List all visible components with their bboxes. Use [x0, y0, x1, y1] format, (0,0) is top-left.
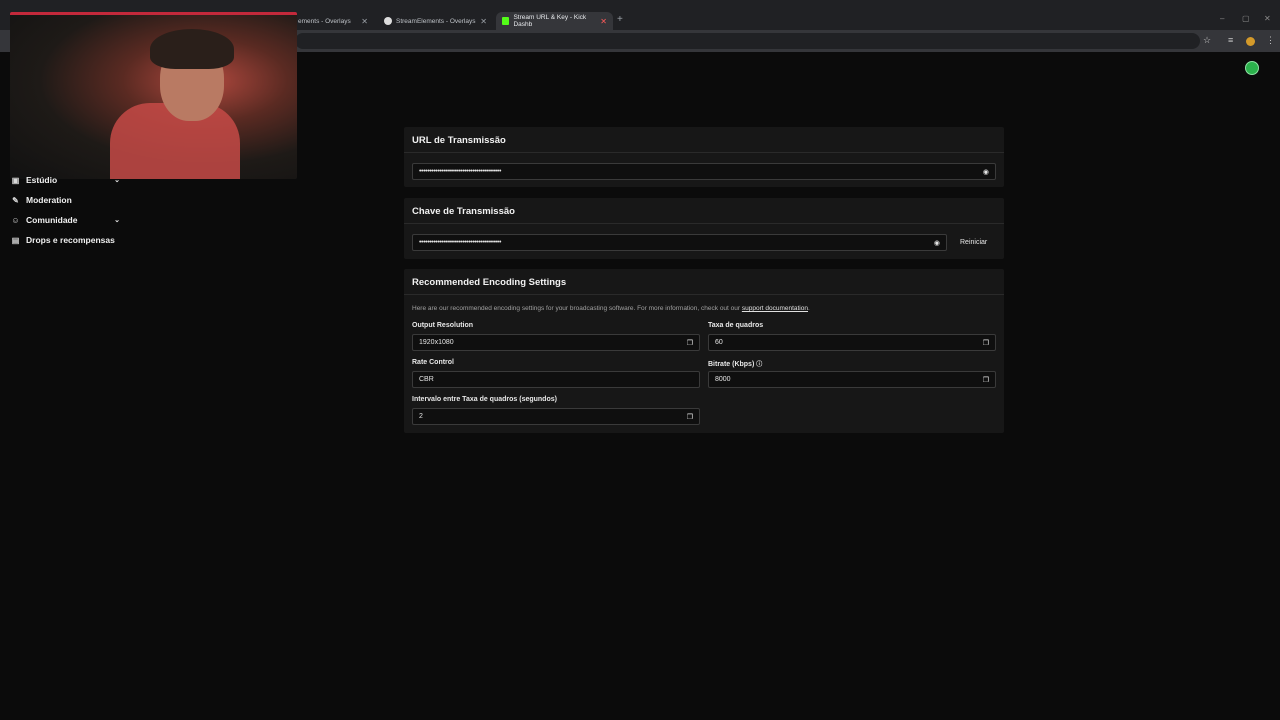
- menu-kebab-icon[interactable]: ⋮: [1266, 35, 1275, 46]
- profile-icon[interactable]: [1246, 37, 1255, 46]
- streamelements-icon: [384, 17, 392, 25]
- output-resolution-field[interactable]: 1920x1080 ❐: [412, 334, 700, 351]
- encoding-description-text: Here are our recommended encoding settin…: [412, 305, 742, 312]
- minimize-button[interactable]: –: [1220, 14, 1224, 23]
- keyframe-interval-value: 2: [419, 413, 423, 420]
- rate-control-value: CBR: [419, 376, 434, 383]
- rate-control-field[interactable]: CBR: [412, 371, 700, 388]
- sidebar-item-moderation[interactable]: ✎ Moderation: [10, 195, 120, 205]
- sidebar-item-label: Estúdio: [26, 175, 58, 185]
- support-documentation-link[interactable]: support documentation: [742, 305, 808, 312]
- stream-url-card: URL de Transmissão •••••••••••••••••••••…: [404, 127, 1004, 187]
- sidebar-item-studio[interactable]: ▣ Estúdio ⌄: [10, 175, 120, 185]
- encoding-title: Recommended Encoding Settings: [404, 269, 1004, 295]
- tab-overlays-1[interactable]: ements - Overlays ✕: [292, 12, 374, 30]
- tab-label: StreamElements - Overlays: [396, 17, 476, 25]
- close-icon[interactable]: ✕: [600, 17, 607, 26]
- output-resolution-value: 1920x1080: [419, 339, 454, 346]
- stream-key-title: Chave de Transmissão: [404, 198, 1004, 224]
- user-avatar[interactable]: [1245, 61, 1259, 75]
- encoding-description: Here are our recommended encoding settin…: [412, 305, 810, 312]
- encoding-settings-card: Recommended Encoding Settings Here are o…: [404, 269, 1004, 433]
- sidebar-item-label: Comunidade: [26, 215, 78, 225]
- copy-icon[interactable]: ❐: [687, 339, 693, 347]
- rate-control-label: Rate Control: [412, 359, 454, 366]
- frame-rate-label: Taxa de quadros: [708, 322, 764, 329]
- sidebar-item-label: Moderation: [26, 195, 72, 205]
- sidebar-item-community[interactable]: ☺ Comunidade ⌄: [10, 215, 120, 225]
- tab-stream-url-key[interactable]: Stream URL & Key - Kick Dashb ✕: [496, 12, 613, 30]
- bitrate-value: 8000: [715, 376, 731, 383]
- users-icon: ☺: [11, 215, 20, 225]
- studio-icon: ▣: [11, 175, 20, 185]
- stream-url-value: ••••••••••••••••••••••••••••••••••••••••: [419, 168, 502, 175]
- stream-key-card: Chave de Transmissão •••••••••••••••••••…: [404, 198, 1004, 259]
- bitrate-field[interactable]: 8000 ❐: [708, 371, 996, 388]
- stream-key-field[interactable]: ••••••••••••••••••••••••••••••••••••••••…: [412, 234, 947, 251]
- tab-label: Stream URL & Key - Kick Dashb: [513, 14, 587, 28]
- wrench-icon: ✎: [12, 195, 19, 205]
- frame-rate-value: 60: [715, 339, 723, 346]
- tab-label: ements - Overlays: [298, 17, 351, 25]
- tab-overlays-2[interactable]: StreamElements - Overlays ✕: [378, 12, 493, 30]
- copy-icon[interactable]: ❐: [983, 339, 989, 347]
- chevron-down-icon: ⌄: [114, 177, 120, 184]
- stream-url-field[interactable]: ••••••••••••••••••••••••••••••••••••••••…: [412, 163, 996, 180]
- reset-key-button[interactable]: Reiniciar: [954, 235, 993, 250]
- new-tab-button[interactable]: +: [617, 14, 623, 25]
- stream-key-value: ••••••••••••••••••••••••••••••••••••••••: [419, 239, 502, 246]
- sidebar-item-drops[interactable]: ▤ Drops e recompensas: [10, 235, 120, 245]
- address-input[interactable]: [295, 33, 1200, 49]
- stream-url-title: URL de Transmissão: [404, 127, 1004, 153]
- bitrate-label-text: Bitrate (Kbps): [708, 361, 755, 368]
- keyframe-interval-label: Intervalo entre Taxa de quadros (segundo…: [412, 396, 557, 403]
- chevron-down-icon: ⌄: [114, 217, 120, 224]
- keyframe-interval-field[interactable]: 2 ❐: [412, 408, 700, 425]
- copy-icon[interactable]: ❐: [687, 413, 693, 421]
- close-window-button[interactable]: ✕: [1264, 14, 1271, 23]
- eye-icon[interactable]: ◉: [934, 239, 940, 247]
- gift-icon: ▤: [11, 235, 20, 245]
- bitrate-label: Bitrate (Kbps) ⓘ: [708, 359, 762, 368]
- person-hair: [150, 29, 234, 69]
- copy-icon[interactable]: ❐: [983, 376, 989, 384]
- eye-icon[interactable]: ◉: [983, 168, 989, 176]
- maximize-button[interactable]: ▢: [1242, 14, 1250, 23]
- encoding-description-end: .: [808, 305, 810, 312]
- sidebar-item-label: Drops e recompensas: [26, 235, 115, 245]
- close-icon[interactable]: ✕: [361, 17, 368, 26]
- reading-list-icon[interactable]: ≡: [1228, 35, 1233, 45]
- output-resolution-label: Output Resolution: [412, 322, 474, 329]
- webcam-overlay: [10, 12, 297, 179]
- frame-rate-field[interactable]: 60 ❐: [708, 334, 996, 351]
- kick-icon: [502, 17, 510, 25]
- bookmark-star-icon[interactable]: ☆: [1203, 35, 1211, 46]
- close-icon[interactable]: ✕: [480, 17, 487, 26]
- info-icon[interactable]: ⓘ: [756, 362, 762, 368]
